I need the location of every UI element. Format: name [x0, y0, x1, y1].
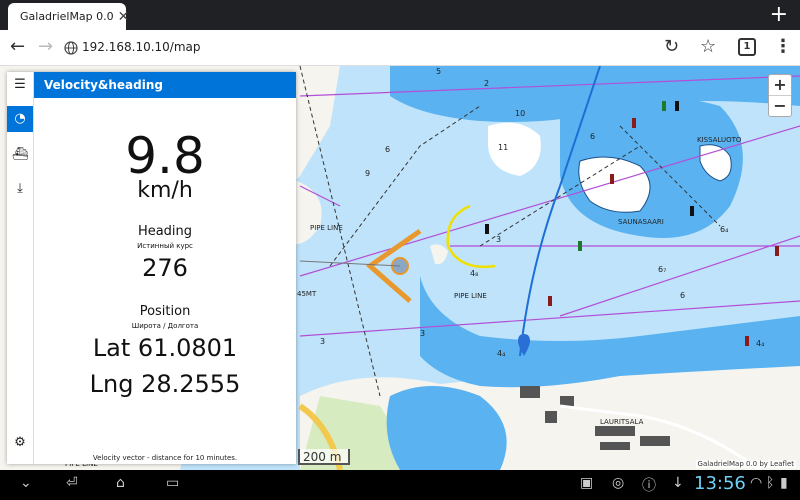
velocity-footnote: Velocity vector - distance for 10 minute… — [92, 454, 238, 462]
place-label-kissaluoto: KISSALUOTO — [697, 136, 742, 144]
depth-label: 6₄ — [720, 225, 728, 234]
position-sublabel: Широта / Долгота — [131, 322, 199, 330]
heading-value: 276 — [142, 254, 188, 282]
zoom-out-button[interactable]: − — [769, 96, 791, 116]
url-field[interactable]: 192.168.10.10/map — [82, 40, 201, 54]
depth-label: 3 — [420, 329, 425, 338]
sidebar-panel: ☰ ◔ ⛴ ⤓ ⚙ Velocity&heading 9.8 km/h Head… — [7, 72, 296, 464]
battery-icon: ▮ — [780, 475, 788, 491]
download-icon[interactable]: ⤓ — [7, 176, 33, 202]
map-label: 45MT — [297, 290, 317, 298]
pipe-line-label: PIPE LINE — [310, 224, 343, 232]
pane-title: Velocity&heading — [34, 72, 296, 98]
heading-label: Heading — [137, 224, 193, 239]
chrome-icon: ◎ — [612, 475, 625, 491]
depth-label: 3 — [496, 235, 501, 244]
gallery-icon: ▣ — [580, 475, 594, 491]
browser-toolbar: ← → 192.168.10.10/map ↻ ☆ 1 ⋮ — [0, 30, 800, 66]
sidebar-tabs: ☰ ◔ ⛴ ⤓ ⚙ — [7, 72, 34, 464]
heading-sublabel: Истинный курс — [137, 242, 193, 250]
back-nav-icon[interactable]: ⏎ — [66, 475, 78, 491]
recent-apps-icon[interactable]: ▭ — [166, 475, 179, 491]
browser-menu-icon[interactable]: ⋮ — [774, 36, 792, 58]
depth-label: 6 — [680, 291, 685, 300]
depth-label: 10 — [515, 109, 525, 118]
depth-label: 4₄ — [497, 349, 505, 358]
tab-title: GaladrielMap 0.0 — [20, 10, 114, 23]
home-nav-icon[interactable]: ⌂ — [116, 475, 125, 491]
place-label-saunasaari: SAUNASAARI — [618, 218, 664, 226]
back-arrow-icon[interactable]: ← — [10, 36, 25, 58]
depth-label: 6₇ — [658, 265, 666, 274]
bookmark-star-icon[interactable]: ☆ — [700, 36, 716, 58]
download-status-icon: ↓ — [672, 475, 684, 491]
longitude-value: Lng 28.2555 — [89, 370, 241, 398]
depth-label: 5 — [436, 67, 441, 76]
close-tab-icon[interactable]: ✕ — [118, 9, 130, 25]
position-label: Position — [139, 304, 191, 319]
new-tab-button[interactable]: + — [770, 2, 788, 28]
velocity-heading-pane: Velocity&heading 9.8 km/h Heading Истинн… — [34, 72, 296, 464]
depth-label: 6 — [590, 132, 595, 141]
depth-label: 11 — [498, 143, 508, 152]
depth-label: 4₄ — [756, 339, 764, 348]
reload-icon[interactable]: ↻ — [664, 36, 679, 58]
settings-icon[interactable]: ⚙ — [7, 430, 33, 456]
menu-icon[interactable]: ☰ — [7, 72, 33, 98]
browser-tab-strip: GaladrielMap 0.0 ✕ + — [0, 0, 800, 30]
globe-icon — [64, 41, 78, 55]
zoom-control: + − — [768, 74, 792, 117]
depth-label: 6 — [385, 145, 390, 154]
bluetooth-icon: ᛒ — [766, 475, 775, 491]
depth-label: 3 — [320, 337, 325, 346]
depth-label: 9 — [365, 169, 370, 178]
tab-count-button[interactable]: 1 — [738, 38, 756, 56]
depth-label: 2 — [484, 79, 489, 88]
speed-value: 9.8 — [125, 127, 205, 185]
wifi-icon: ◠ — [750, 475, 763, 491]
boat-icon[interactable]: ⛴ — [7, 142, 33, 168]
latitude-value: Lat 61.0801 — [92, 334, 238, 362]
depth-label: 4₈ — [470, 269, 478, 278]
forward-arrow-icon[interactable]: → — [38, 36, 53, 58]
zoom-in-button[interactable]: + — [769, 75, 791, 96]
map-attribution[interactable]: GaladrielMap 0.0 by Leaflet — [695, 460, 796, 468]
info-icon: ⓘ — [642, 478, 656, 494]
hide-keyboard-icon[interactable]: ⌄ — [20, 475, 32, 491]
system-nav-bar: ⌄ ⏎ ⌂ ▭ ▣ ◎ ⓘ ↓ 13:56 ◠ ᛒ ▮ — [0, 470, 800, 500]
clock: 13:56 — [694, 473, 746, 494]
scale-bar: 200 m — [298, 449, 350, 465]
place-label-lauritsala: LAURITSALA — [600, 418, 644, 426]
pipe-line-label: PIPE LINE — [454, 292, 487, 300]
speedometer-icon[interactable]: ◔ — [7, 106, 33, 132]
speed-unit: km/h — [137, 178, 193, 203]
browser-tab[interactable]: GaladrielMap 0.0 ✕ — [8, 3, 129, 30]
